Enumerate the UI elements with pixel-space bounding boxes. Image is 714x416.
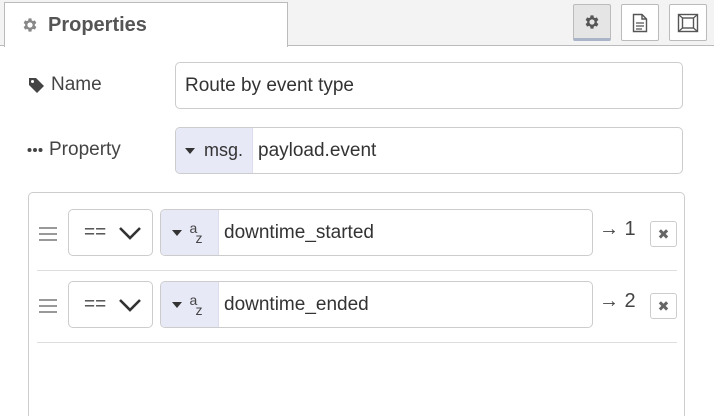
rule-row: == az downtime_started → 1 ✖ xyxy=(37,199,677,271)
gear-icon xyxy=(583,13,601,31)
document-icon xyxy=(632,13,648,33)
description-tab-button[interactable] xyxy=(621,4,659,41)
remove-rule-button[interactable]: ✖ xyxy=(650,293,677,319)
property-row-label: Property xyxy=(27,137,121,163)
name-input[interactable]: Route by event type xyxy=(175,62,683,109)
rule-value[interactable]: downtime_ended xyxy=(219,282,369,327)
drag-handle-icon[interactable] xyxy=(39,227,57,241)
string-type-icon: az xyxy=(189,219,203,246)
caret-down-icon xyxy=(184,147,195,154)
rule-type-selector[interactable]: az xyxy=(161,282,219,327)
caret-down-icon xyxy=(171,229,182,236)
settings-tab-button[interactable] xyxy=(573,4,611,41)
drag-handle-icon[interactable] xyxy=(39,299,57,313)
close-icon: ✖ xyxy=(657,297,670,314)
tag-icon xyxy=(28,77,45,94)
property-type-label: msg. xyxy=(203,140,243,160)
tab-properties-label: Properties xyxy=(48,13,147,36)
rule-type-selector[interactable]: az xyxy=(161,210,219,255)
rule-value-input[interactable]: az downtime_ended xyxy=(160,281,593,328)
property-value[interactable]: payload.event xyxy=(253,128,376,173)
name-row-label: Name xyxy=(28,72,102,98)
output-port-label: → 1 xyxy=(599,218,636,240)
operator-value: == xyxy=(84,221,107,243)
rules-list: == az downtime_started → 1 ✖ == a z down… xyxy=(28,192,685,416)
tab-bar: Properties xyxy=(0,0,714,47)
rule-row: == az downtime_ended → 2 ✖ xyxy=(37,271,677,343)
operator-select[interactable]: == xyxy=(68,209,153,256)
frame-icon xyxy=(677,13,699,33)
property-label: Property xyxy=(49,139,121,160)
output-port-label: → 2 xyxy=(599,290,636,312)
appearance-tab-button[interactable] xyxy=(669,4,707,41)
tab-properties[interactable]: Properties xyxy=(4,2,288,47)
chevron-down-icon xyxy=(118,222,142,249)
string-type-icon: az xyxy=(189,291,203,318)
property-type-selector[interactable]: msg. xyxy=(176,128,253,173)
rule-value[interactable]: downtime_started xyxy=(219,210,374,255)
gear-icon xyxy=(21,16,39,34)
chevron-down-icon xyxy=(118,294,142,321)
rule-value-input[interactable]: az downtime_started xyxy=(160,209,593,256)
close-icon: ✖ xyxy=(657,225,670,242)
operator-value: == xyxy=(84,293,107,315)
name-input-value: Route by event type xyxy=(185,74,354,96)
remove-rule-button[interactable]: ✖ xyxy=(650,221,677,247)
operator-select[interactable]: == xyxy=(68,281,153,328)
property-input[interactable]: msg. payload.event xyxy=(175,127,683,174)
ellipsis-icon xyxy=(27,147,43,153)
name-label: Name xyxy=(51,74,102,95)
caret-down-icon xyxy=(171,301,182,308)
